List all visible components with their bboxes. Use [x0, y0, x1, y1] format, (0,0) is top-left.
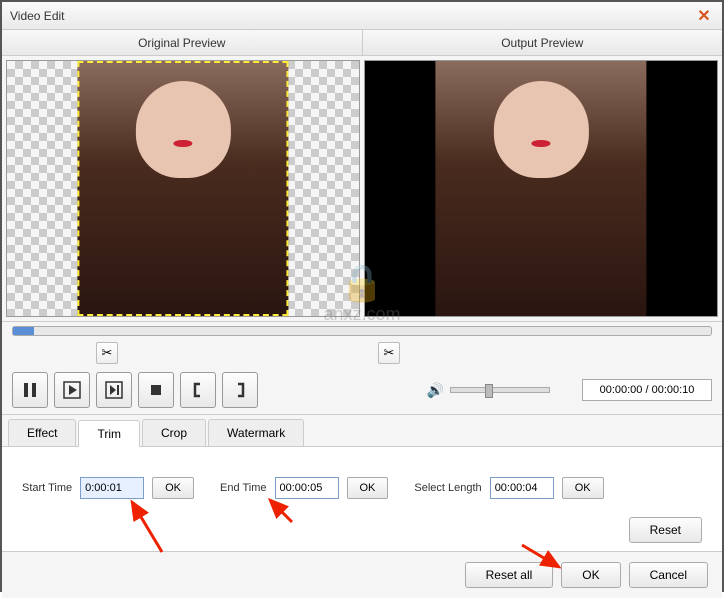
output-preview-header: Output Preview: [363, 30, 723, 55]
video-edit-window: Video Edit ✕ Original Preview Output Pre…: [0, 0, 724, 592]
scissors-row: ✂ ✂: [2, 340, 722, 366]
reset-row: Reset: [2, 509, 722, 551]
timeline-progress: [13, 327, 34, 335]
preview-area: [2, 56, 722, 322]
tab-watermark[interactable]: Watermark: [208, 419, 304, 446]
tab-crop[interactable]: Crop: [142, 419, 206, 446]
pause-button[interactable]: [12, 372, 48, 408]
select-length-label: Select Length: [414, 482, 481, 494]
cut-end-button[interactable]: ✂: [378, 342, 400, 364]
end-time-label: End Time: [220, 482, 266, 494]
output-preview-pane: [364, 60, 718, 317]
reset-all-button[interactable]: Reset all: [465, 562, 554, 588]
volume-area: 🔊: [427, 382, 550, 399]
time-display: 00:00:00 / 00:00:10: [582, 379, 712, 401]
original-preview-pane[interactable]: [6, 60, 360, 317]
select-length-ok-button[interactable]: OK: [562, 477, 604, 499]
next-frame-button[interactable]: [96, 372, 132, 408]
scissors-icon: ✂: [384, 345, 395, 361]
cut-start-button[interactable]: ✂: [96, 342, 118, 364]
cancel-button[interactable]: Cancel: [629, 562, 708, 588]
play-button[interactable]: [54, 372, 90, 408]
timeline-row: [2, 322, 722, 340]
titlebar: Video Edit ✕: [2, 2, 722, 30]
volume-thumb[interactable]: [485, 384, 493, 398]
bracket-start-button[interactable]: [180, 372, 216, 408]
end-time-ok-button[interactable]: OK: [347, 477, 389, 499]
tab-trim[interactable]: Trim: [78, 420, 140, 447]
original-preview-header: Original Preview: [2, 30, 363, 55]
playback-controls: 🔊 00:00:00 / 00:00:10: [2, 366, 722, 415]
select-length-input[interactable]: [490, 477, 554, 499]
ok-button[interactable]: OK: [561, 562, 620, 588]
tab-effect[interactable]: Effect: [8, 419, 76, 446]
stop-button[interactable]: [138, 372, 174, 408]
preview-headers: Original Preview Output Preview: [2, 30, 722, 56]
speaker-icon: 🔊: [427, 382, 444, 399]
trim-panel: Start Time OK End Time OK Select Length …: [2, 447, 722, 509]
volume-slider[interactable]: [450, 387, 550, 393]
end-time-input[interactable]: [275, 477, 339, 499]
start-time-label: Start Time: [22, 482, 72, 494]
reset-button[interactable]: Reset: [629, 517, 702, 543]
start-time-ok-button[interactable]: OK: [152, 477, 194, 499]
bottom-bar: Reset all OK Cancel: [2, 551, 722, 598]
scissors-icon: ✂: [102, 345, 113, 361]
window-title: Video Edit: [10, 9, 65, 23]
start-time-input[interactable]: [80, 477, 144, 499]
timeline-slider[interactable]: [12, 326, 712, 336]
tab-bar: Effect Trim Crop Watermark: [2, 415, 722, 447]
close-button[interactable]: ✕: [694, 6, 714, 26]
bracket-end-button[interactable]: [222, 372, 258, 408]
